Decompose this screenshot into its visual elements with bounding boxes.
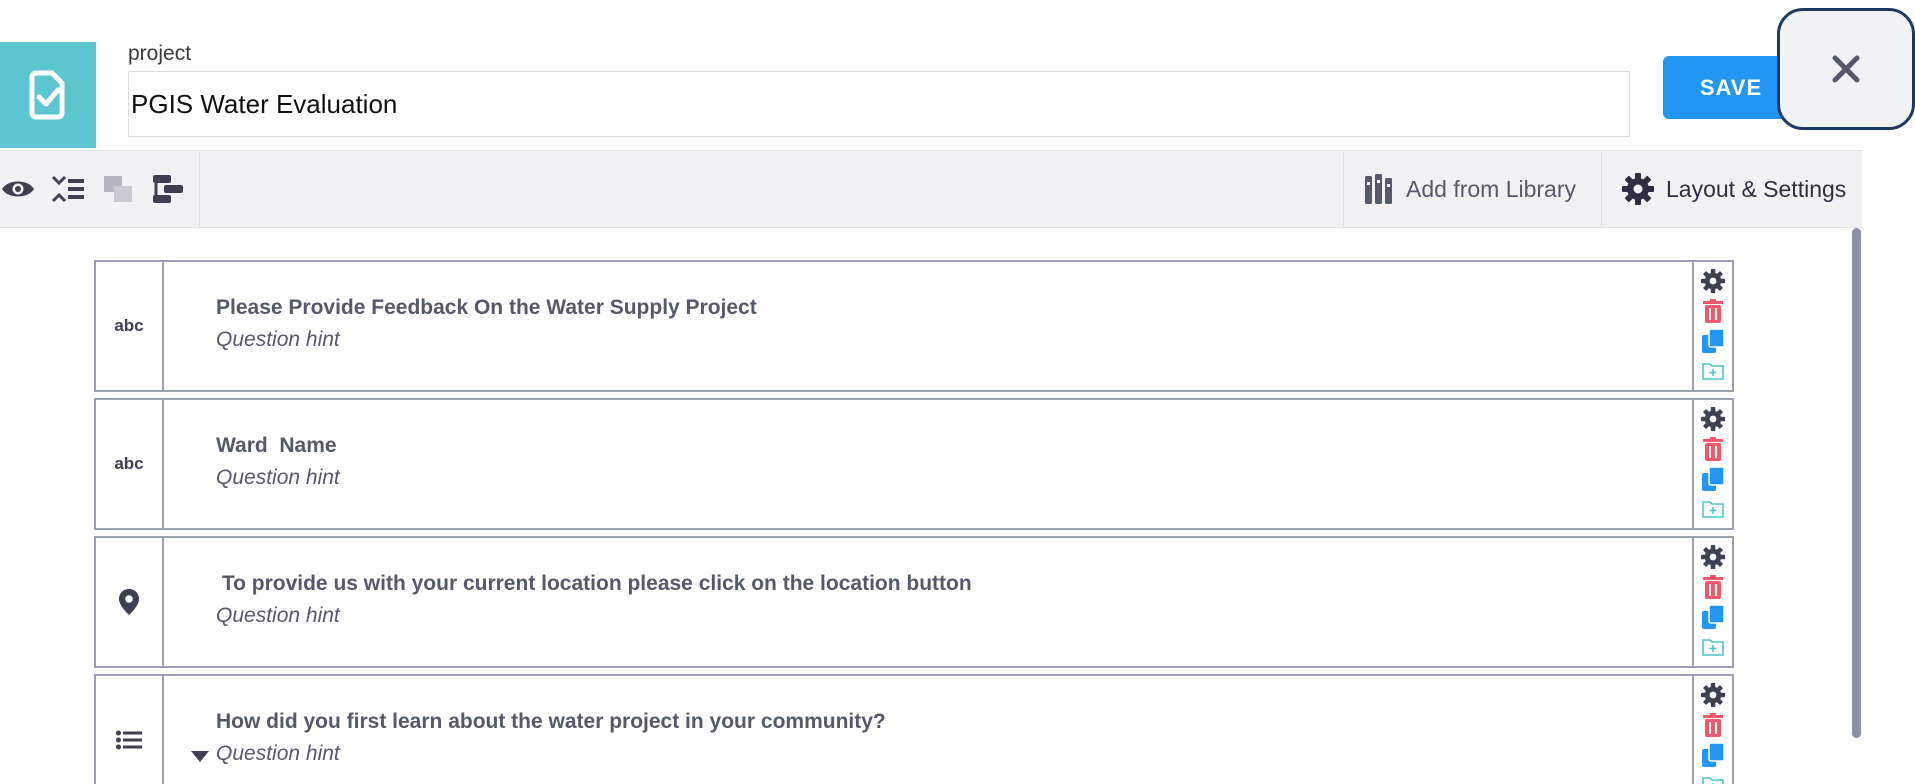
trash-icon [1703, 575, 1723, 599]
copy-stack-icon [104, 176, 132, 202]
question-hint[interactable]: Question hint [216, 604, 340, 628]
form-toolbar: Add from Library Layout & Settings [0, 150, 1862, 228]
add-from-library-button[interactable]: Add from Library [1343, 151, 1601, 227]
branch-icon [153, 175, 183, 203]
add-from-library-label: Add from Library [1406, 175, 1577, 202]
collapse-list-icon [51, 175, 84, 203]
question-hint[interactable]: Question hint [216, 466, 340, 490]
close-button[interactable] [1777, 8, 1915, 130]
trash-icon [1703, 437, 1723, 461]
question-settings-button[interactable] [1700, 544, 1726, 570]
trash-icon [1703, 299, 1723, 323]
gear-icon [1701, 407, 1725, 431]
copy-icon [1702, 743, 1724, 767]
add-to-library-button[interactable] [1700, 634, 1726, 660]
copy-icon [1702, 467, 1724, 491]
app-logo[interactable] [0, 42, 96, 148]
project-label: project [128, 42, 192, 65]
question-label[interactable]: Please Provide Feedback On the Water Sup… [216, 296, 757, 320]
expand-options-button[interactable] [191, 750, 209, 768]
toolbar-icon-group [0, 151, 200, 227]
gear-icon [1701, 683, 1725, 707]
skip-logic-button[interactable] [150, 171, 186, 207]
question-row[interactable]: abc Ward Name Question hint [94, 398, 1734, 530]
question-list: abc Please Provide Feedback On the Water… [94, 260, 1734, 784]
question-settings-button[interactable] [1700, 268, 1726, 294]
question-hint[interactable]: Question hint [216, 742, 340, 766]
question-row[interactable]: abc Please Provide Feedback On the Water… [94, 260, 1734, 392]
folder-plus-icon [1702, 501, 1724, 518]
folder-plus-icon [1702, 639, 1724, 656]
add-to-library-button[interactable] [1700, 496, 1726, 522]
trash-icon [1703, 713, 1723, 737]
delete-question-button[interactable] [1700, 574, 1726, 600]
question-actions [1692, 676, 1732, 784]
question-hint[interactable]: Question hint [216, 328, 340, 352]
library-icon [1365, 174, 1392, 204]
delete-question-button[interactable] [1700, 436, 1726, 462]
duplicate-question-button[interactable] [1700, 328, 1726, 354]
question-type-location [96, 538, 164, 666]
duplicate-question-button[interactable] [1700, 742, 1726, 768]
question-row[interactable]: To provide us with your current location… [94, 536, 1734, 668]
list-icon [116, 730, 142, 750]
collapse-questions-button[interactable] [50, 171, 86, 207]
duplicate-question-button[interactable] [1700, 604, 1726, 630]
copy-icon [1702, 329, 1724, 353]
question-label[interactable]: To provide us with your current location… [216, 572, 972, 596]
folder-plus-icon [1702, 777, 1724, 784]
question-actions [1692, 262, 1732, 390]
gear-icon [1701, 545, 1725, 569]
text-type-icon: abc [114, 316, 144, 335]
form-header: project SAVE [0, 0, 1915, 150]
question-row[interactable]: How did you first learn about the water … [94, 674, 1734, 784]
add-to-library-button[interactable] [1700, 358, 1726, 384]
layout-settings-button[interactable]: Layout & Settings [1601, 151, 1862, 227]
map-pin-icon [119, 589, 139, 615]
gear-icon [1701, 269, 1725, 293]
caret-down-icon [191, 751, 209, 762]
project-name-input[interactable] [128, 71, 1630, 137]
question-settings-button[interactable] [1700, 406, 1726, 432]
copy-icon [1702, 605, 1724, 629]
folder-plus-icon [1702, 363, 1724, 380]
close-icon [1832, 55, 1860, 83]
checklist-icon [29, 70, 65, 120]
question-settings-button[interactable] [1700, 682, 1726, 708]
gear-icon [1622, 173, 1654, 205]
text-type-icon: abc [114, 454, 144, 473]
question-label[interactable]: How did you first learn about the water … [216, 710, 886, 734]
delete-question-button[interactable] [1700, 712, 1726, 738]
group-questions-button[interactable] [100, 171, 136, 207]
question-type-text: abc [96, 400, 164, 528]
preview-button[interactable] [0, 171, 36, 207]
question-label[interactable]: Ward Name [216, 434, 337, 458]
add-to-library-button[interactable] [1700, 772, 1726, 784]
question-type-select [96, 676, 164, 784]
question-type-text: abc [96, 262, 164, 390]
duplicate-question-button[interactable] [1700, 466, 1726, 492]
delete-question-button[interactable] [1700, 298, 1726, 324]
layout-settings-label: Layout & Settings [1666, 175, 1847, 202]
question-actions [1692, 400, 1732, 528]
eye-icon [2, 181, 34, 197]
scrollbar-thumb[interactable] [1852, 228, 1861, 738]
question-actions [1692, 538, 1732, 666]
